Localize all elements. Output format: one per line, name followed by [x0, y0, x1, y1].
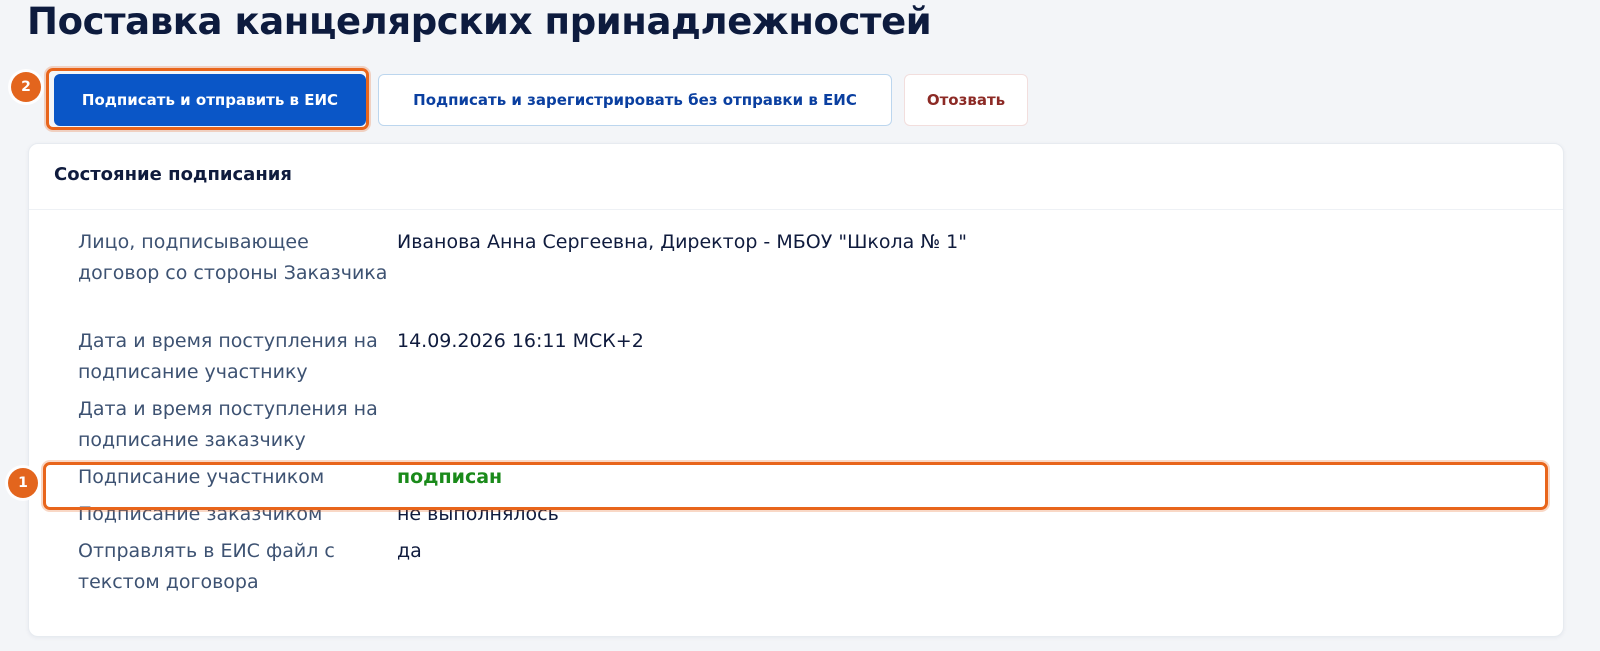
row-value: Иванова Анна Сергеевна, Директор - МБОУ …: [397, 231, 967, 253]
row-label: Дата и время поступления на подписание з…: [78, 398, 378, 451]
page-title: Поставка канцелярских принадлежностей: [27, 0, 932, 43]
sign-and-register-button[interactable]: Подписать и зарегистрировать без отправк…: [378, 74, 892, 126]
row-value: 14.09.2026 16:11 МСК+2: [397, 330, 644, 352]
step-marker-2: 2: [11, 72, 41, 102]
card-header: Состояние подписания: [29, 144, 1563, 210]
row-label: Подписание заказчиком: [78, 503, 323, 525]
row-value: да: [397, 540, 422, 562]
row-label: Дата и время поступления на подписание у…: [78, 330, 378, 383]
revoke-button[interactable]: Отозвать: [904, 74, 1028, 126]
row-value: не выполнялось: [397, 503, 559, 525]
card-title: Состояние подписания: [54, 164, 292, 185]
action-toolbar: Подписать и отправить в ЕИС Подписать и …: [54, 74, 1028, 126]
status-value-signed: подписан: [397, 466, 503, 488]
row-label: Подписание участником: [78, 466, 325, 488]
row-label: Отправлять в ЕИС файл с текстом договора: [78, 540, 335, 593]
sign-and-send-button[interactable]: Подписать и отправить в ЕИС: [54, 74, 366, 126]
signing-status-card: Состояние подписания Лицо, подписывающее…: [28, 143, 1564, 637]
row-label: Лицо, подписывающее договор со стороны З…: [78, 231, 388, 284]
step-marker-1: 1: [8, 468, 38, 498]
